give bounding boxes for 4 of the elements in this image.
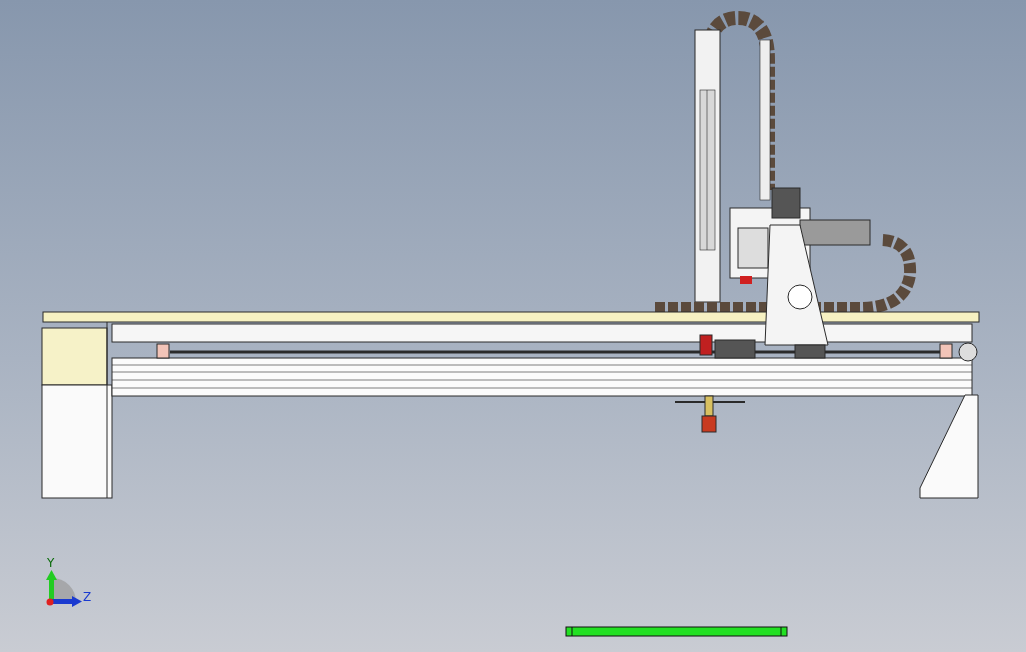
origin-dot-icon — [46, 598, 54, 606]
axis-label: Y — [47, 556, 55, 570]
axis-label: Z — [83, 590, 92, 604]
z-axis-arrow-icon — [52, 596, 82, 607]
